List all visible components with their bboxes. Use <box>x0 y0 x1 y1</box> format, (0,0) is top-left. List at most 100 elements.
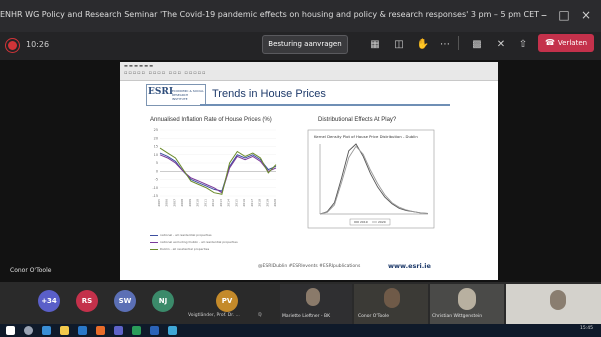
participant-video-tile[interactable]: Christian Wittgenstein <box>430 284 504 324</box>
start-icon[interactable] <box>6 326 15 335</box>
outlook-icon[interactable] <box>168 326 177 335</box>
x-tick-label: 2020 <box>273 199 277 207</box>
slide-title: Trends in House Prices <box>212 88 326 100</box>
participant-avatar-rs[interactable]: RS <box>76 290 98 312</box>
right-chart-heading: Distributional Effects At Play? <box>318 117 397 123</box>
x-tick-label: 2019 <box>265 199 269 207</box>
y-tick-label: -5 <box>155 178 158 182</box>
app-toolbar: ▬ ▬ ▬ ▬ ▬ ▬ ▫▫▫▫▫ ▫▫▫▫ ▫▫▫ ▫▫▫▫▫ <box>120 62 498 81</box>
raise-hand-icon[interactable]: ✋ <box>416 39 430 51</box>
y-tick-label: 25 <box>154 128 158 132</box>
participant-video-figure <box>550 290 566 310</box>
more-options-icon[interactable]: ⋯ <box>438 39 452 51</box>
meeting-timer: 10:26 <box>26 40 50 49</box>
title-underline <box>200 104 450 106</box>
y-tick-label: -10 <box>152 186 158 190</box>
participant-video-figure <box>458 288 476 310</box>
participant-avatar-sw[interactable]: SW <box>114 290 136 312</box>
close-button[interactable]: × <box>578 8 594 22</box>
legend-label: 2020 <box>378 220 386 224</box>
slide-website: www.esri.ie <box>388 262 431 270</box>
x-tick-label: 2017 <box>250 199 254 207</box>
x-tick-label: 2005 <box>157 199 161 207</box>
x-tick-label: 2011 <box>203 199 207 207</box>
x-tick-label: 2010 <box>196 199 200 207</box>
presenter-label: Conor O'Toole <box>10 267 52 274</box>
participant-video-tile[interactable]: Mariette Lieftner - BK <box>280 284 352 324</box>
file-explorer-icon[interactable] <box>60 326 69 335</box>
x-tick-label: 2008 <box>180 199 184 207</box>
x-tick-label: 2018 <box>258 199 262 207</box>
inflation-line-chart: 2520151050-5-10-152005 2006 2007 2008 2009 20… <box>152 128 277 207</box>
app-tool-icons: ▫▫▫▫▫ ▫▫▫▫ ▫▫▫ ▫▫▫▫▫ <box>124 70 207 76</box>
x-tick-label: 2013 <box>219 199 223 207</box>
chart-title: Kernel Density Plot of House Price Distr… <box>314 134 418 139</box>
y-tick-label: 5 <box>156 161 158 165</box>
legend-swatch <box>150 248 158 250</box>
excel-icon[interactable] <box>132 326 141 335</box>
powerpoint-icon[interactable] <box>96 326 105 335</box>
camera-icon[interactable]: ▩ <box>470 39 484 51</box>
x-tick-label: 2014 <box>227 199 231 207</box>
phone-icon: ☎ <box>544 38 555 47</box>
legend-swatch <box>150 234 158 236</box>
y-tick-label: 10 <box>154 153 158 157</box>
participant-avatar-pv[interactable]: PV <box>216 290 238 312</box>
legend-label: 2019 <box>360 220 368 224</box>
x-tick-label: 2009 <box>188 199 192 207</box>
esri-logo-text: ECONOMIC & SOCIAL RESEARCH INSTITUTE <box>172 89 204 101</box>
legend-item-excl-dublin: national excluding Dublin - all resident… <box>150 239 238 246</box>
participant-name: Mariette Lieftner - BK <box>282 314 331 319</box>
legend-swatch <box>150 241 158 243</box>
leave-label: Verlaten <box>557 39 588 47</box>
slide-hashtags: @ESRIDublin #ESRIevents #ESRIpublication… <box>258 264 361 269</box>
leave-button[interactable]: ☎ Verlaten <box>538 34 594 52</box>
word-icon[interactable] <box>150 326 159 335</box>
search-icon[interactable] <box>24 326 33 335</box>
app-menu-bar: ▬ ▬ ▬ ▬ ▬ ▬ <box>124 63 154 68</box>
legend-item-national: national - all residential properties <box>150 232 238 239</box>
kernel-density-chart: Kernel Density Plot of House Price Distr… <box>307 129 435 229</box>
y-tick-label: 0 <box>156 169 158 173</box>
x-tick-label: 2016 <box>242 199 246 207</box>
meeting-title: ENHR WG Policy and Research Seminar 'The… <box>0 10 540 19</box>
maximize-button[interactable]: □ <box>556 8 572 22</box>
mail-icon[interactable] <box>78 326 87 335</box>
participant-name-pv: Voigtländer, Prof. Dr. ... <box>188 313 240 318</box>
x-tick-label: 2007 <box>172 199 176 207</box>
microphone-off-icon[interactable]: ✕ <box>494 39 508 51</box>
y-tick-label: -15 <box>152 194 158 198</box>
overflow-participants-badge[interactable]: +34 <box>38 290 60 312</box>
teams-icon[interactable] <box>114 326 123 335</box>
participant-video-tile[interactable] <box>506 284 601 324</box>
chart-frame <box>307 129 435 229</box>
y-tick-label: 15 <box>154 145 158 149</box>
edge-icon[interactable] <box>42 326 51 335</box>
series-line <box>159 152 277 192</box>
x-tick-label: 2015 <box>234 199 238 207</box>
inflation-legend: national - all residential properties na… <box>150 232 238 253</box>
left-chart-heading: Annualised Inflation Rate of House Price… <box>150 117 272 123</box>
participant-avatar-nj[interactable]: NJ <box>152 290 174 312</box>
share-screen-icon[interactable]: ⇧ <box>516 39 530 51</box>
participant-video-figure <box>306 288 320 306</box>
toolbar-divider <box>458 36 459 50</box>
participant-name: Christian Wittgenstein <box>432 314 483 319</box>
minimize-button[interactable]: – <box>536 8 552 22</box>
participant-name: Conor O'Toole <box>358 314 390 319</box>
window-title-bar: ENHR WG Policy and Research Seminar 'The… <box>0 0 601 32</box>
participant-video-figure <box>384 288 400 308</box>
pin-icon[interactable]: ℚ <box>258 312 262 318</box>
legend-item-dublin: Dublin - all residential properties <box>150 246 238 253</box>
recording-icon <box>8 41 17 50</box>
participants-icon[interactable]: ▦ <box>368 39 382 51</box>
participant-video-tile[interactable]: Conor O'Toole <box>354 284 428 324</box>
windows-taskbar <box>0 324 601 337</box>
x-tick-label: 2006 <box>165 199 169 207</box>
chat-icon[interactable]: ◫ <box>392 39 406 51</box>
taskbar-clock: 15:45 <box>580 326 593 331</box>
esri-logo: ESRI <box>148 87 174 97</box>
y-tick-label: 20 <box>154 136 158 140</box>
x-tick-label: 2012 <box>211 199 215 207</box>
request-control-button[interactable]: Besturing aanvragen <box>262 35 348 54</box>
